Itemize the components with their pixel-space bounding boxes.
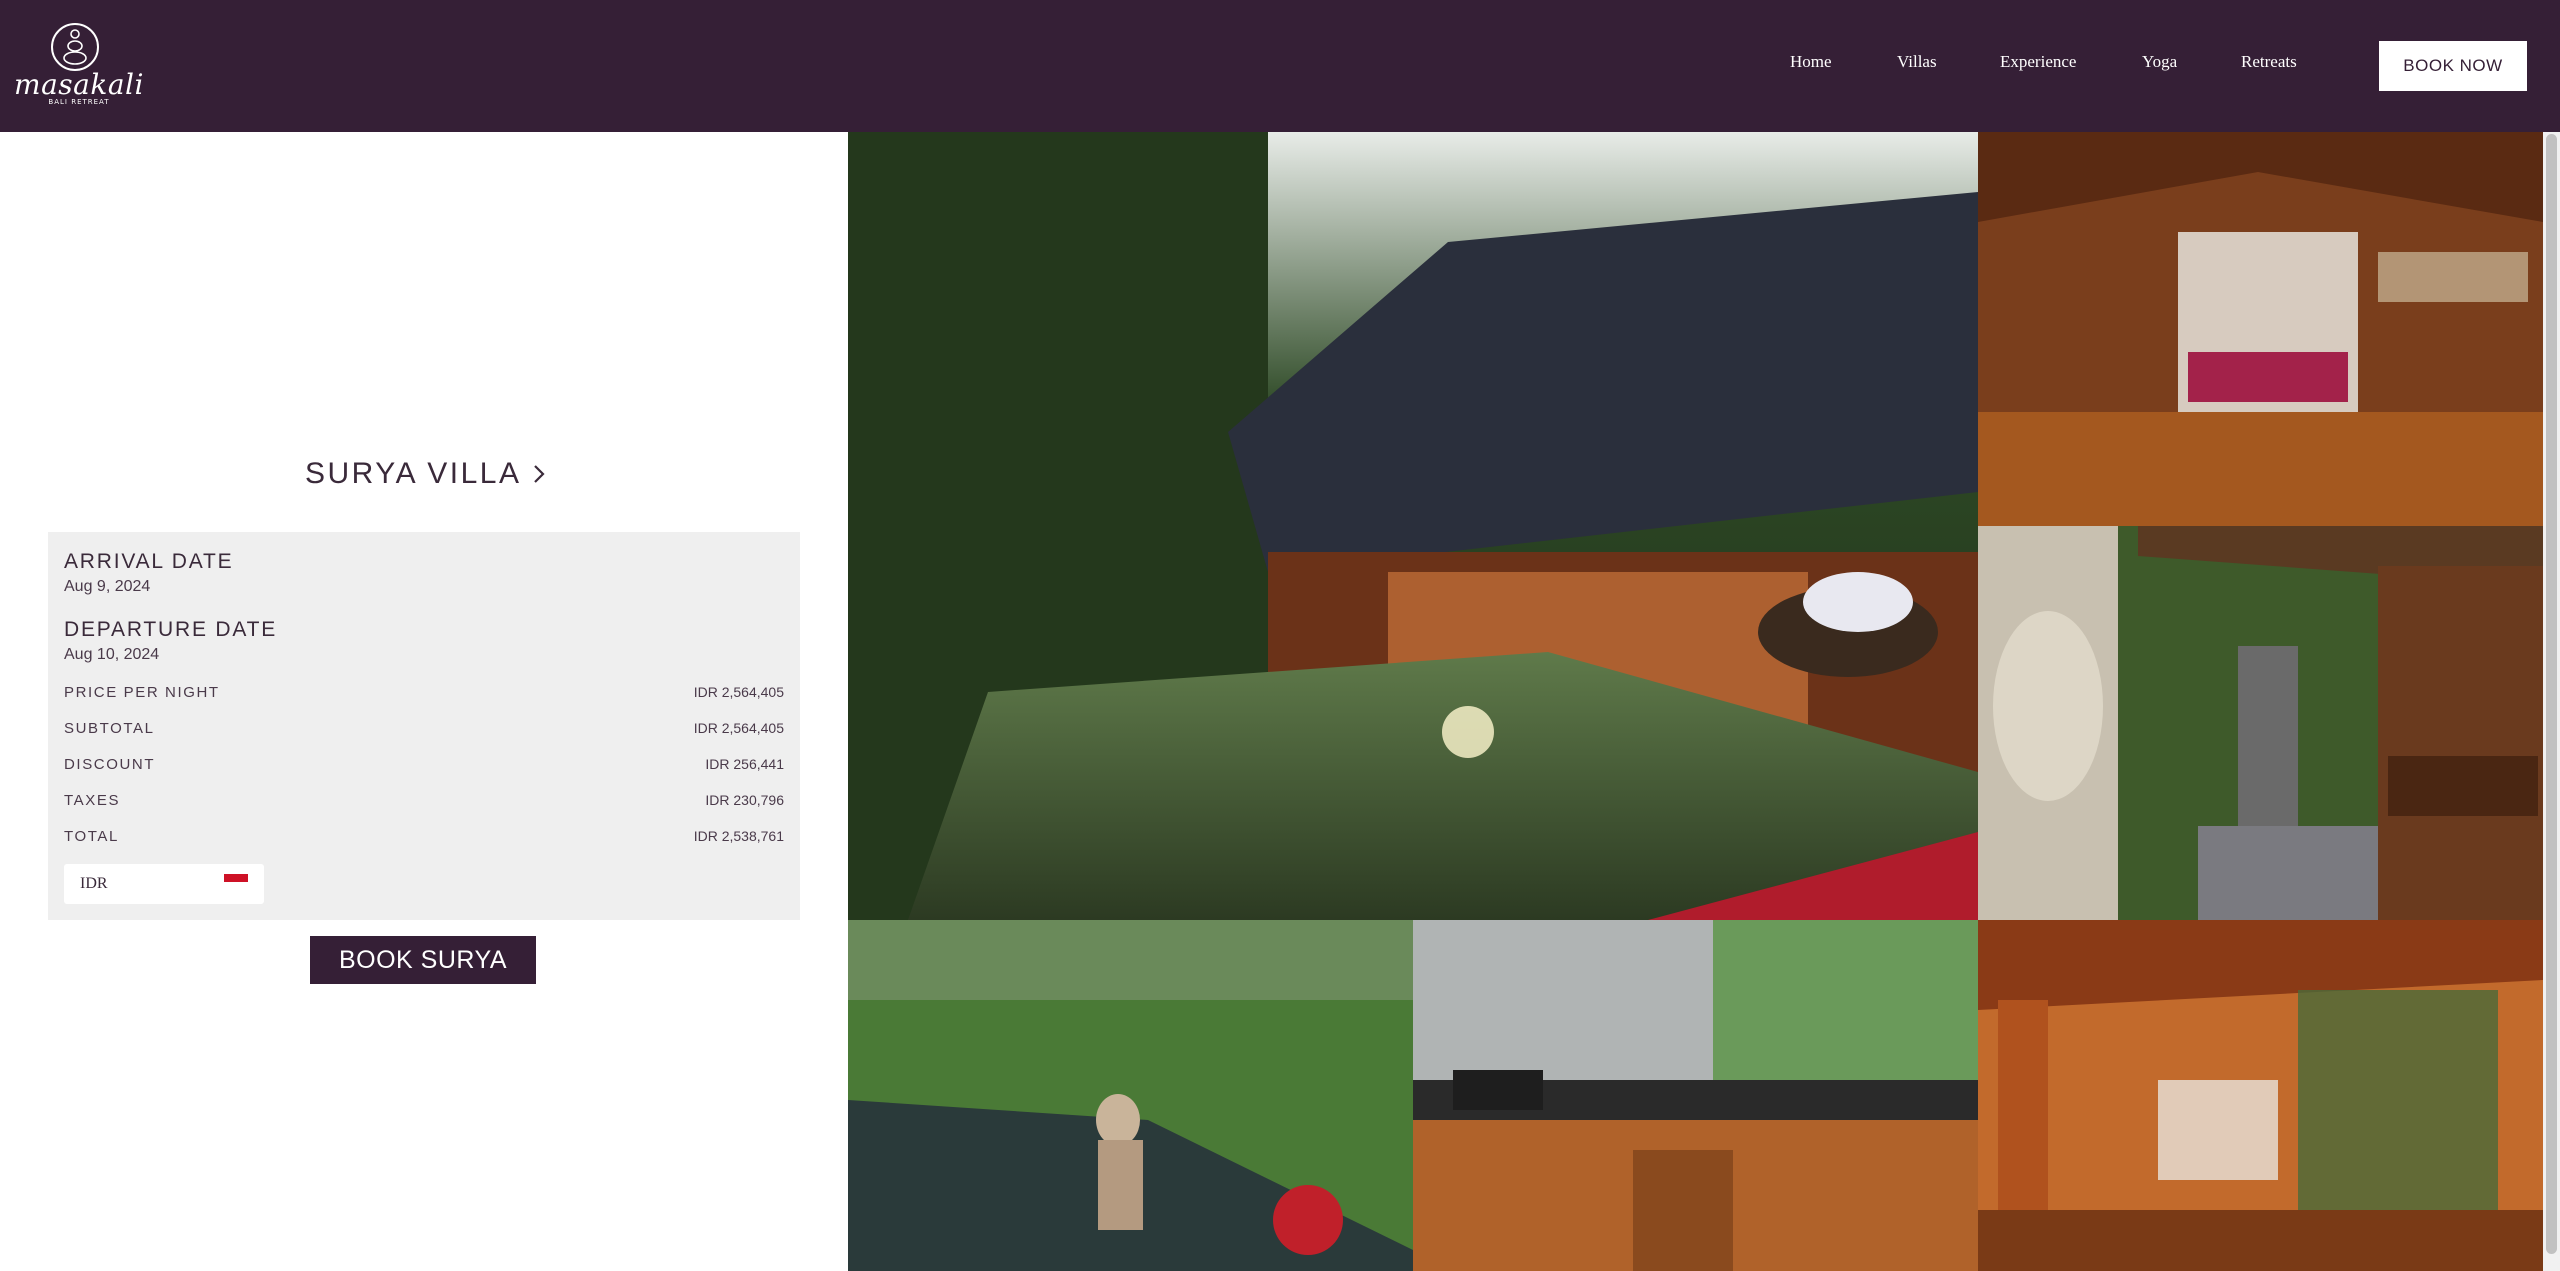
price-row-taxes: TAXES IDR 230,796	[64, 792, 784, 812]
departure-date-value[interactable]: Aug 10, 2024	[64, 646, 159, 664]
row-label: DISCOUNT	[64, 756, 156, 773]
arrival-date-label: ARRIVAL DATE	[64, 550, 234, 573]
currency-code: IDR	[80, 875, 108, 892]
outdoor-bathroom-image	[1978, 526, 2543, 920]
currency-select[interactable]: IDR	[64, 864, 264, 904]
row-value: IDR 2,564,405	[693, 684, 784, 700]
row-label: PRICE PER NIGHT	[64, 684, 220, 701]
masakali-logo[interactable]: masakali BALI RETREAT	[14, 22, 144, 108]
gallery-photo-bedroom[interactable]	[1978, 132, 2543, 526]
site-header: masakali BALI RETREAT Home Villas Experi…	[0, 0, 2560, 132]
price-row-total: TOTAL IDR 2,538,761	[64, 828, 784, 848]
kitchen-image	[1413, 920, 1978, 1271]
gallery-photo-villa-interior[interactable]	[1978, 920, 2543, 1271]
row-value: IDR 256,441	[705, 756, 784, 772]
villa-title: SURYA VILLA	[305, 457, 522, 490]
gallery-photo-kitchen[interactable]	[1413, 920, 1978, 1271]
nav-yoga[interactable]: Yoga	[2142, 52, 2177, 72]
nav-experience[interactable]: Experience	[2000, 52, 2076, 72]
price-row-subtotal: SUBTOTAL IDR 2,564,405	[64, 720, 784, 740]
gallery-photo-infinity-pool[interactable]	[848, 920, 1413, 1271]
departure-date-label: DEPARTURE DATE	[64, 618, 278, 641]
price-row-discount: DISCOUNT IDR 256,441	[64, 756, 784, 776]
gallery-photo-outdoor-bathroom[interactable]	[1978, 526, 2543, 920]
booking-summary: ARRIVAL DATE Aug 9, 2024 DEPARTURE DATE …	[48, 532, 800, 920]
masakali-logo-icon	[51, 23, 99, 71]
indonesia-flag-icon	[224, 874, 248, 890]
row-label: SUBTOTAL	[64, 720, 155, 737]
nav-retreats[interactable]: Retreats	[2241, 52, 2297, 72]
chevron-right-icon	[533, 465, 545, 483]
villa-interior-image	[1978, 920, 2543, 1271]
arrival-date-value[interactable]: Aug 9, 2024	[64, 578, 150, 596]
villa-title-link[interactable]: SURYA VILLA	[305, 454, 546, 494]
row-value: IDR 230,796	[705, 792, 784, 808]
row-label: TAXES	[64, 792, 121, 809]
gallery-photo-villa-pool[interactable]	[848, 132, 1978, 920]
nav-villas[interactable]: Villas	[1897, 52, 1937, 72]
row-label: TOTAL	[64, 828, 119, 845]
row-value: IDR 2,564,405	[693, 720, 784, 736]
logo-wordmark: masakali	[14, 68, 144, 101]
page-scrollbar[interactable]	[2543, 132, 2560, 1271]
nav-home[interactable]: Home	[1790, 52, 1832, 72]
logo-subtitle: BALI RETREAT	[48, 98, 110, 106]
bedroom-image	[1978, 132, 2543, 526]
book-now-button[interactable]: BOOK NOW	[2379, 41, 2527, 91]
row-value: IDR 2,538,761	[693, 828, 784, 844]
book-surya-button[interactable]: BOOK SURYA	[310, 936, 536, 984]
price-row-per-night: PRICE PER NIGHT IDR 2,564,405	[64, 684, 784, 704]
infinity-pool-image	[848, 920, 1413, 1271]
villa-pool-image	[848, 132, 1978, 920]
scrollbar-thumb[interactable]	[2546, 134, 2557, 1254]
